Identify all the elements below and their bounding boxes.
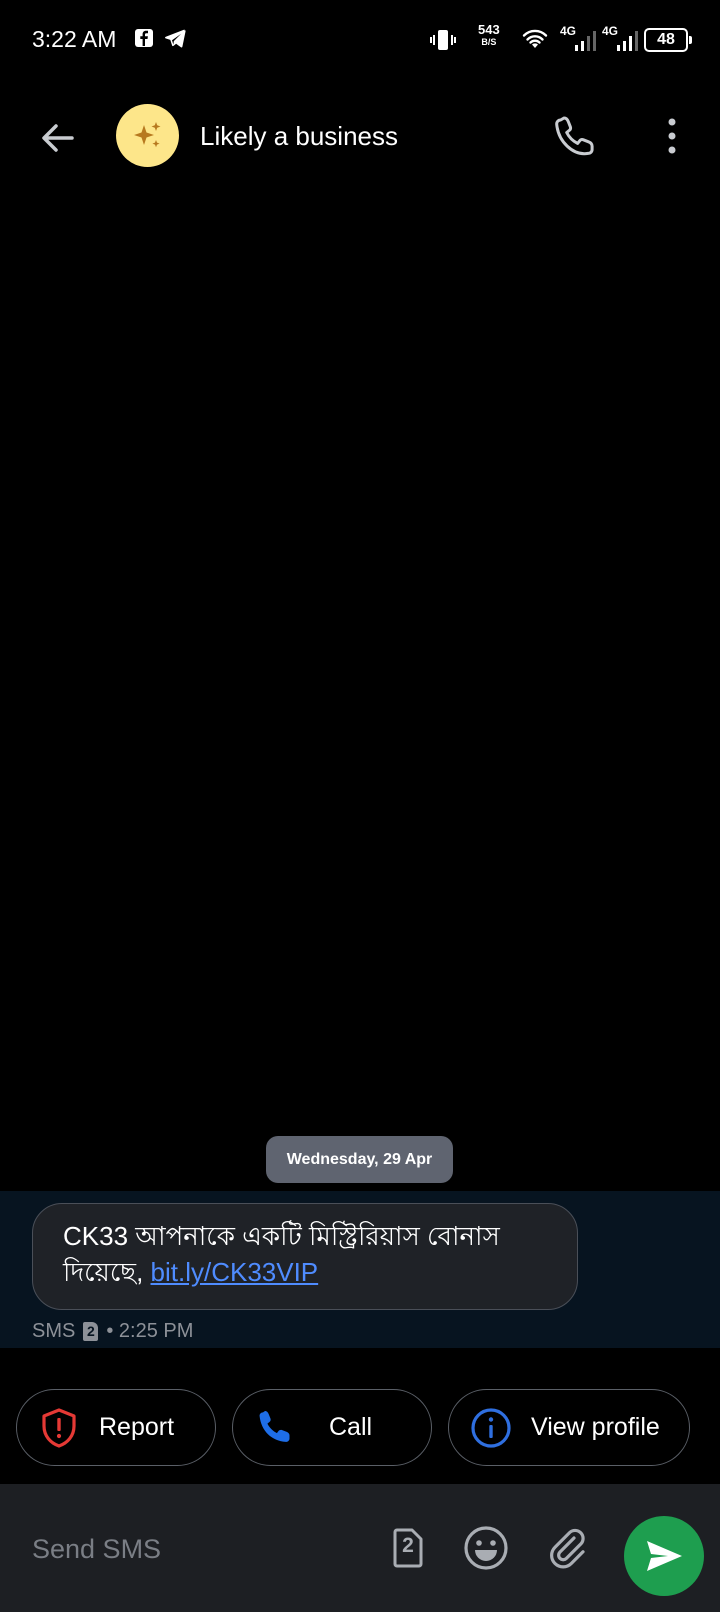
call-label: Call: [329, 1413, 373, 1441]
shield-alert-icon: [42, 1407, 76, 1448]
vibrate-icon: [430, 30, 456, 50]
signal-bars-1-icon: [575, 31, 596, 51]
contact-name[interactable]: Likely a business: [200, 121, 398, 152]
telegram-icon: [165, 29, 186, 48]
send-icon: [647, 1541, 682, 1571]
emoji-button[interactable]: [462, 1524, 510, 1572]
status-time: 3:22 AM: [32, 26, 117, 52]
back-button[interactable]: [34, 114, 82, 162]
net-speed: 543 B/S: [478, 22, 500, 48]
more-vert-icon: [668, 118, 676, 154]
sim-icon: 2: [83, 1322, 99, 1341]
battery-indicator: 48: [644, 28, 692, 52]
signal-sim2: 4G: [602, 24, 642, 54]
date-divider: Wednesday, 29 Apr: [266, 1136, 453, 1183]
status-bar: 3:22 AM 543 B/S 4G 4G 48: [0, 0, 720, 80]
message-type: SMS: [32, 1320, 76, 1342]
attach-button[interactable]: [544, 1524, 592, 1572]
wifi-icon: [522, 29, 548, 48]
call-action-button[interactable]: Call: [232, 1389, 432, 1466]
view-profile-label: View profile: [531, 1413, 660, 1441]
info-icon: [471, 1407, 511, 1448]
message-link[interactable]: bit.ly/CK33VIP: [151, 1257, 319, 1287]
report-button[interactable]: Report: [16, 1389, 216, 1466]
signal-sim1: 4G: [560, 24, 600, 54]
composer-bar: 2: [0, 1484, 720, 1612]
call-button[interactable]: [550, 111, 600, 161]
phone-icon: [259, 1410, 290, 1442]
sim-number: 2: [402, 1534, 414, 1557]
paperclip-icon: [550, 1528, 585, 1569]
message-meta: SMS 2 • 2:25 PM: [32, 1320, 193, 1343]
view-profile-button[interactable]: View profile: [448, 1389, 690, 1466]
arrow-back-icon: [42, 124, 74, 152]
send-button[interactable]: [624, 1516, 704, 1596]
message-bubble[interactable]: CK33 আপনাকে একটি মিস্ট্রিরিয়াস বোনাস দি…: [32, 1203, 578, 1310]
avatar[interactable]: [116, 104, 179, 167]
phone-icon: [555, 116, 594, 156]
net-speed-unit: B/S: [481, 37, 497, 47]
status-right: 543 B/S 4G 4G 48: [430, 22, 720, 58]
emoji-icon: [464, 1526, 508, 1570]
status-app-icons: [134, 28, 186, 48]
sparkle-icon: [133, 121, 160, 147]
more-options-button[interactable]: [648, 112, 696, 160]
message-input[interactable]: [30, 1520, 364, 1578]
report-label: Report: [99, 1413, 175, 1441]
message-time: • 2:25 PM: [106, 1320, 194, 1342]
signal-bars-2-icon: [617, 31, 638, 51]
sim-select-button[interactable]: 2: [384, 1524, 432, 1572]
net-speed-value: 543: [478, 22, 500, 37]
facebook-icon: [135, 29, 153, 47]
app-bar: Likely a business: [0, 96, 720, 180]
